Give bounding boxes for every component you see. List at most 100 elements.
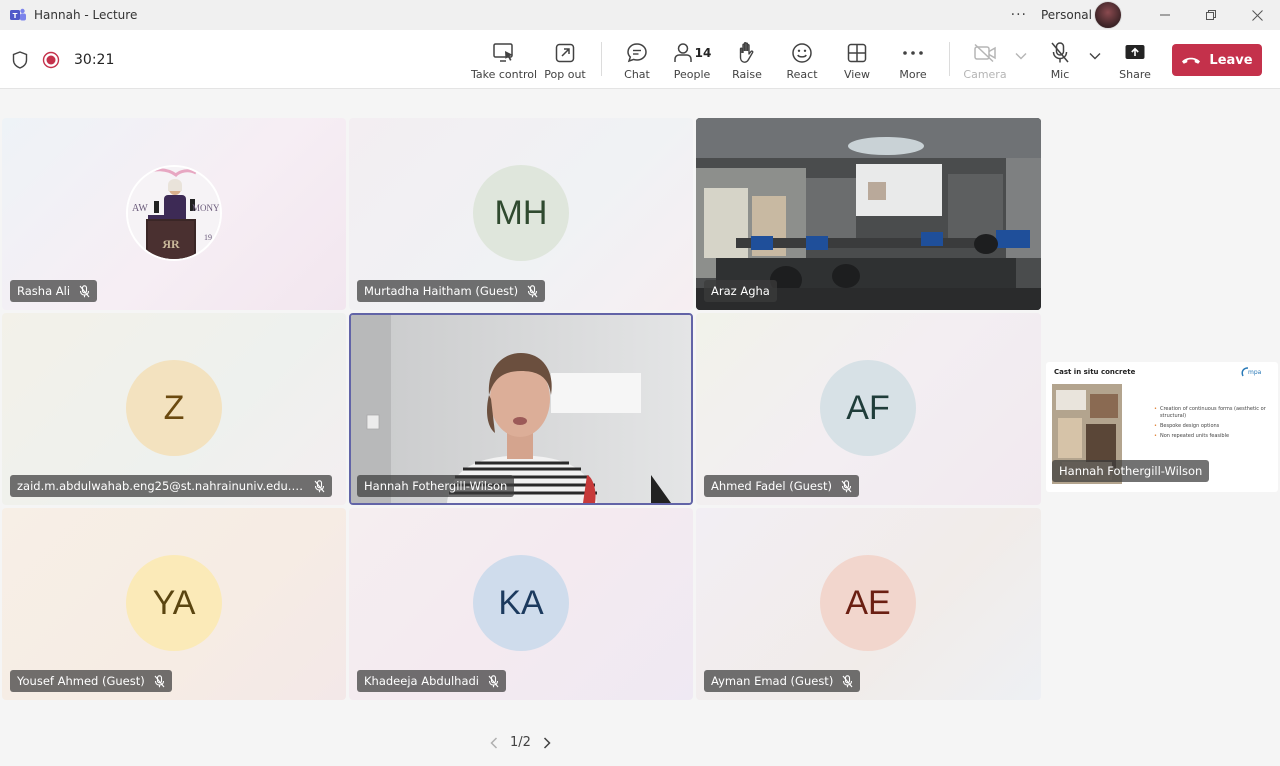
- avatar: Z: [126, 360, 222, 456]
- gallery-pager: 1/2: [488, 735, 553, 750]
- participant-name: Ayman Emad (Guest): [711, 674, 834, 688]
- raise-label: Raise: [732, 68, 762, 81]
- restore-button[interactable]: [1188, 0, 1234, 30]
- participant-name-tag: Rasha Ali: [10, 280, 98, 302]
- more-icon: [903, 51, 923, 55]
- rasha-profile-picture: AW MONY 19 ЯR: [126, 165, 222, 261]
- page-indicator: 1/2: [510, 735, 531, 750]
- view-label: View: [843, 68, 871, 81]
- svg-text:mpa: mpa: [1248, 369, 1262, 376]
- title-bar: T Hannah - Lecture ··· Personal: [0, 0, 1280, 30]
- mic-label: Mic: [1050, 68, 1070, 81]
- more-button[interactable]: More: [881, 40, 945, 81]
- react-label: React: [786, 68, 818, 81]
- toolbar-separator: [949, 42, 950, 76]
- participant-name: Ahmed Fadel (Guest): [711, 479, 832, 493]
- minimize-button[interactable]: [1142, 0, 1188, 30]
- close-icon: [1251, 9, 1263, 21]
- meeting-toolbar: 30:21 Take control Pop out Chat 14 Peopl…: [0, 30, 1280, 89]
- slide-bullets: • Creation of continuous forms (aesthetic…: [1154, 406, 1272, 440]
- mic-off-icon: [1051, 42, 1069, 63]
- shield-icon[interactable]: [12, 50, 28, 69]
- participant-tile-ahmed-fadel[interactable]: AF Ahmed Fadel (Guest): [696, 313, 1041, 505]
- take-control-label: Take control: [471, 68, 538, 81]
- slide-bullet: • Bespoke design options: [1154, 423, 1220, 429]
- participant-name-tag: Ayman Emad (Guest): [704, 670, 861, 692]
- teams-logo-icon: T: [10, 8, 26, 21]
- pop-out-icon: [555, 43, 575, 63]
- participant-tile-rasha-ali[interactable]: AW MONY 19 ЯR Rasha Ali: [2, 118, 346, 310]
- participant-name-tag: Hannah Fothergill-Wilson: [357, 475, 515, 497]
- hang-up-icon: [1182, 57, 1201, 64]
- participant-tile-zaid[interactable]: Z zaid.m.abdulwahab.eng25@st.nahrainuniv…: [2, 313, 346, 505]
- account-label[interactable]: Personal: [1041, 8, 1092, 22]
- presenter-name-tag: Hannah Fothergill-Wilson: [1052, 460, 1210, 482]
- take-control-icon: [493, 43, 513, 62]
- participant-name-tag: Yousef Ahmed (Guest): [10, 670, 172, 692]
- mic-off-icon: [841, 479, 852, 492]
- grid-view-icon: [847, 43, 867, 63]
- participant-name-tag: Murtadha Haitham (Guest): [357, 280, 546, 302]
- participant-name: Yousef Ahmed (Guest): [17, 674, 145, 688]
- minimize-icon: [1160, 14, 1170, 16]
- next-page-icon[interactable]: [541, 736, 553, 750]
- share-button[interactable]: Share: [1103, 40, 1167, 81]
- more-options-icon[interactable]: ···: [1011, 7, 1027, 23]
- account-avatar[interactable]: [1094, 1, 1122, 29]
- meeting-timer: 30:21: [74, 51, 115, 68]
- poster-text-year: 19: [204, 233, 212, 242]
- participant-tile-khadeeja-abdulhadi[interactable]: KA Khadeeja Abdulhadi: [349, 508, 693, 700]
- participant-name-tag: Khadeeja Abdulhadi: [357, 670, 507, 692]
- mic-off-icon: [79, 284, 90, 297]
- meeting-stage: AW MONY 19 ЯR Rasha Ali MH Murtadha Hait…: [0, 89, 1280, 766]
- mic-off-icon: [842, 674, 853, 687]
- mic-off-icon: [314, 479, 325, 492]
- slide-bullet: • Non repeated units feasible: [1154, 433, 1230, 439]
- participant-name-tag: zaid.m.abdulwahab.eng25@st.nahrainuniv.e…: [10, 475, 332, 497]
- podium-monogram: ЯR: [162, 237, 180, 251]
- avatar: YA: [126, 555, 222, 651]
- take-control-button[interactable]: Take control: [471, 40, 538, 81]
- participant-tile-murtadha-haitham[interactable]: MH Murtadha Haitham (Guest): [349, 118, 693, 310]
- svg-text:T: T: [13, 12, 18, 20]
- window-title: Hannah - Lecture: [34, 8, 138, 22]
- participant-name: Araz Agha: [711, 284, 770, 298]
- share-icon: [1125, 45, 1145, 59]
- view-button[interactable]: View: [825, 40, 889, 81]
- slide-bullet: • Creation of continuous forms (aesthetic…: [1154, 406, 1266, 419]
- participant-tile-ayman-emad[interactable]: AE Ayman Emad (Guest): [696, 508, 1041, 700]
- participant-tile-araz-agha[interactable]: Araz Agha: [696, 118, 1041, 310]
- poster-text-left: AW: [132, 203, 148, 214]
- people-icon: [673, 43, 692, 62]
- participant-name-tag: Araz Agha: [704, 280, 777, 302]
- shared-content-preview[interactable]: Cast in situ concrete mpa • Creation of c…: [1046, 362, 1278, 492]
- title-bar-controls: ··· Personal: [1011, 0, 1280, 30]
- mic-off-icon: [154, 674, 165, 687]
- leave-label: Leave: [1209, 52, 1253, 68]
- participant-tile-hannah-fothergill-wilson[interactable]: Hannah Fothergill-Wilson: [349, 313, 693, 505]
- meeting-status: 30:21: [12, 30, 114, 89]
- avatar: KA: [473, 555, 569, 651]
- people-count: 14: [694, 46, 712, 60]
- slide-logo-icon: mpa: [1241, 367, 1262, 377]
- avatar: AF: [820, 360, 916, 456]
- participant-tile-yousef-ahmed[interactable]: YA Yousef Ahmed (Guest): [2, 508, 346, 700]
- slide-title: Cast in situ concrete: [1054, 368, 1136, 376]
- more-label: More: [899, 68, 927, 81]
- share-label: Share: [1119, 68, 1151, 81]
- previous-page-icon[interactable]: [488, 736, 500, 750]
- participant-name: Hannah Fothergill-Wilson: [364, 479, 508, 493]
- mic-button[interactable]: Mic: [1028, 40, 1092, 81]
- close-window-button[interactable]: [1234, 0, 1280, 30]
- recording-icon: [42, 51, 60, 68]
- leave-button[interactable]: Leave: [1172, 44, 1262, 76]
- raise-hand-icon: [739, 42, 754, 63]
- participant-name: Murtadha Haitham (Guest): [364, 284, 519, 298]
- camera-button[interactable]: Camera: [953, 40, 1017, 81]
- camera-off-icon: [974, 43, 996, 63]
- camera-options-chevron-icon[interactable]: [1015, 52, 1027, 60]
- pop-out-button[interactable]: Pop out: [533, 40, 597, 81]
- camera-label: Camera: [963, 68, 1007, 81]
- pop-out-label: Pop out: [544, 68, 586, 81]
- mic-options-chevron-icon[interactable]: [1089, 52, 1101, 60]
